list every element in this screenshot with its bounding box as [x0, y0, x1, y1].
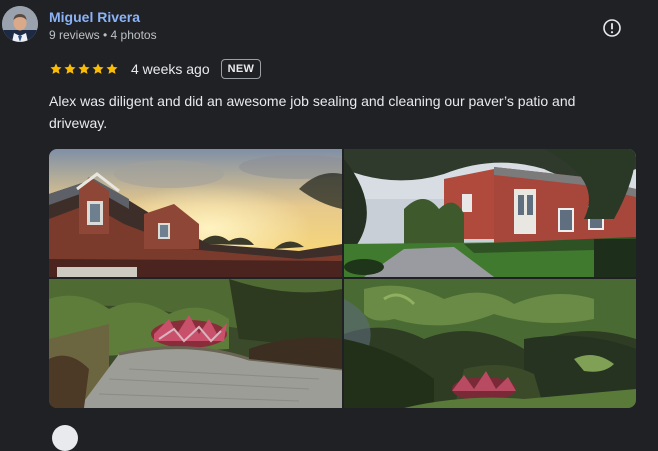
review-time: 4 weeks ago — [131, 61, 210, 77]
star-icon — [92, 63, 104, 74]
review-photo[interactable] — [344, 279, 636, 408]
star-icon — [50, 63, 62, 74]
new-badge: NEW — [220, 59, 262, 79]
author-avatar[interactable] — [2, 6, 38, 42]
star-icon — [78, 63, 90, 74]
exclamation-circle-icon[interactable] — [602, 18, 622, 38]
author-name[interactable]: Miguel Rivera — [49, 9, 140, 25]
star-rating — [49, 62, 119, 76]
review-photo[interactable] — [344, 149, 636, 277]
author-meta: 9 reviews • 4 photos — [49, 28, 157, 42]
review-photos — [49, 149, 636, 408]
review-photo[interactable] — [49, 279, 342, 408]
rating-row: 4 weeks ago NEW — [49, 58, 262, 80]
review-photo[interactable] — [49, 149, 342, 277]
star-icon — [106, 63, 118, 74]
review-text: Alex was diligent and did an awesome job… — [49, 93, 576, 131]
next-reviewer-avatar[interactable] — [52, 425, 78, 451]
star-icon — [64, 63, 76, 74]
